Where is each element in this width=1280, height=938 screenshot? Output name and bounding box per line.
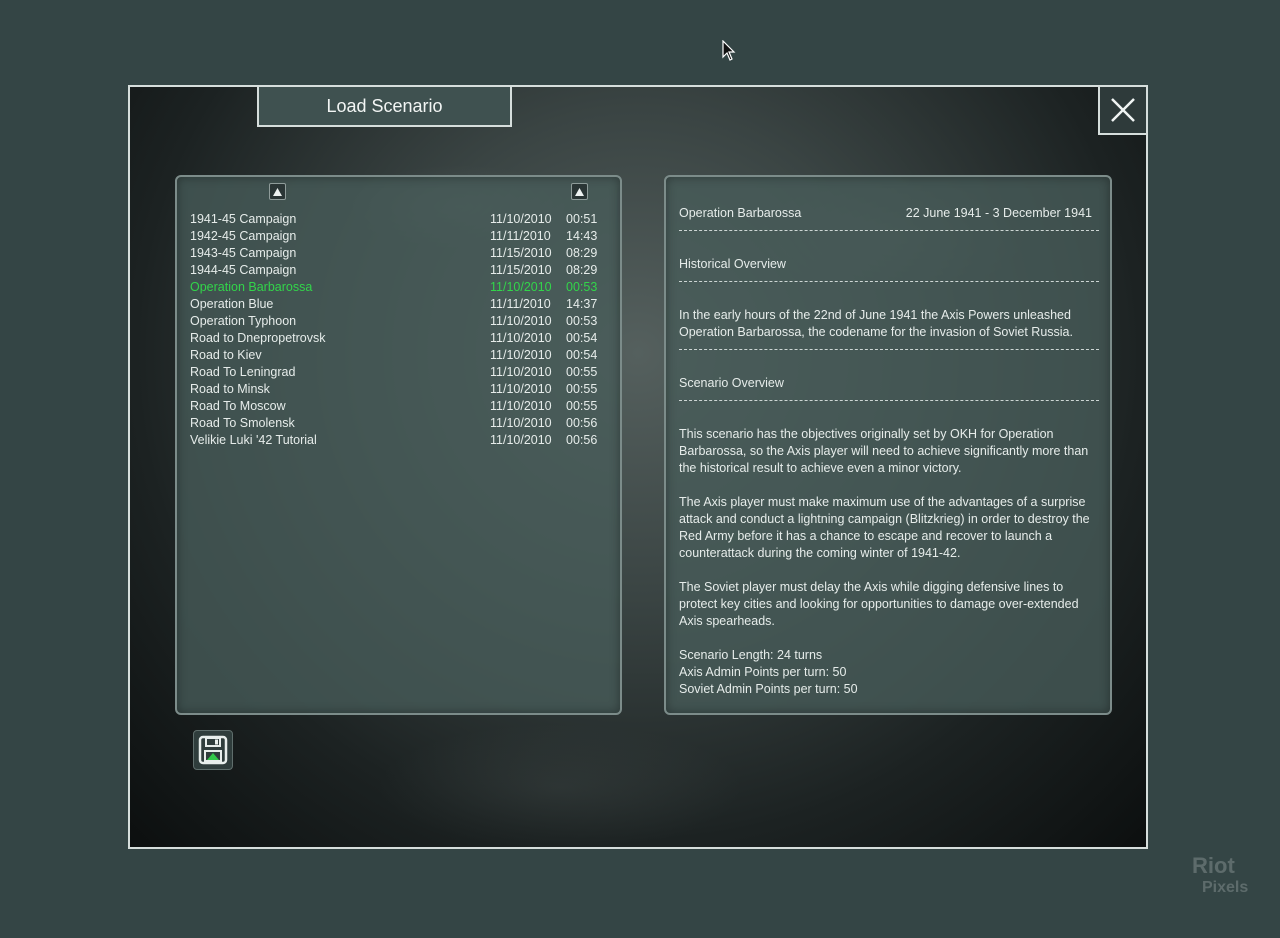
dialog-title: Load Scenario	[257, 87, 512, 127]
scenario-row-name: Road to Kiev	[190, 348, 262, 362]
scenario-row-time: 00:53	[566, 280, 598, 294]
scenario-row-name: Operation Blue	[190, 297, 274, 311]
scenario-paragraph-2: The Axis player must make maximum use of…	[679, 495, 1090, 560]
scenario-row[interactable]: 1941-45 Campaign 11/10/2010 00:51	[190, 211, 610, 228]
scenario-name: Operation Barbarossa	[679, 206, 802, 220]
scenario-row[interactable]: 1944-45 Campaign 11/15/2010 08:29	[190, 262, 610, 279]
scenario-row-time: 00:54	[566, 331, 598, 345]
load-scenario-dialog: Load Scenario 1941-45 Campaign 11/10/2010…	[128, 85, 1148, 849]
scenario-row[interactable]: Operation Barbarossa 11/10/2010 00:53	[190, 279, 610, 296]
scenario-row[interactable]: 1942-45 Campaign 11/11/2010 14:43	[190, 228, 610, 245]
scenario-row[interactable]: Road to Minsk 11/10/2010 00:55	[190, 381, 610, 398]
divider	[679, 281, 1099, 282]
scenario-row[interactable]: 1943-45 Campaign 11/15/2010 08:29	[190, 245, 610, 262]
floppy-disk-icon	[198, 735, 228, 765]
scenario-row-date: 11/10/2010	[490, 399, 552, 413]
scenario-row-time: 14:43	[566, 229, 598, 243]
historical-overview-heading: Historical Overview	[679, 257, 786, 271]
details-header: Operation Barbarossa 22 June 1941 - 3 De…	[679, 205, 1099, 222]
scenario-row-date: 11/10/2010	[490, 280, 552, 294]
scenario-row-time: 14:37	[566, 297, 598, 311]
scenario-paragraph-3: The Soviet player must delay the Axis wh…	[679, 580, 1079, 628]
scenario-row[interactable]: Velikie Luki '42 Tutorial 11/10/2010 00:56	[190, 432, 610, 449]
scenario-list-panel: 1941-45 Campaign 11/10/2010 00:51 1942-45 C…	[175, 175, 622, 715]
scenario-paragraph-1: This scenario has the objectives origina…	[679, 427, 1089, 475]
scenario-row-time: 00:56	[566, 416, 598, 430]
triangle-up-icon	[273, 187, 282, 196]
scenario-row[interactable]: Road To Moscow 11/10/2010 00:55	[190, 398, 610, 415]
divider	[679, 349, 1099, 350]
sort-by-name-button[interactable]	[269, 183, 286, 200]
scenario-row-time: 08:29	[566, 246, 598, 260]
scenario-row-time: 00:55	[566, 382, 598, 396]
scenario-row-date: 11/10/2010	[490, 314, 552, 328]
scenario-row-date: 11/15/2010	[490, 246, 552, 260]
scenario-length: Scenario Length: 24 turns	[679, 648, 823, 662]
scenario-details: Operation Barbarossa 22 June 1941 - 3 De…	[679, 205, 1099, 698]
riot-pixels-watermark: Riot Pixels	[1192, 855, 1252, 899]
triangle-up-icon	[575, 187, 584, 196]
scenario-row-time: 00:54	[566, 348, 598, 362]
watermark-line-1: Riot	[1192, 853, 1235, 878]
scenario-list: 1941-45 Campaign 11/10/2010 00:51 1942-45 C…	[190, 211, 610, 449]
scenario-row-name: Road to Minsk	[190, 382, 270, 396]
scenario-row[interactable]: Operation Typhoon 11/10/2010 00:53	[190, 313, 610, 330]
scenario-row-time: 00:55	[566, 365, 598, 379]
scenario-row-name: Operation Typhoon	[190, 314, 297, 328]
scenario-row-time: 00:53	[566, 314, 598, 328]
close-button[interactable]	[1098, 87, 1146, 135]
scenario-row-name: Road To Moscow	[190, 399, 286, 413]
scenario-row-time: 00:51	[566, 212, 598, 226]
scenario-row-date: 11/10/2010	[490, 348, 552, 362]
divider	[679, 230, 1099, 231]
scenario-date-range: 22 June 1941 - 3 December 1941	[905, 206, 1092, 220]
load-button[interactable]	[193, 730, 233, 770]
scenario-row-name: Road To Smolensk	[190, 416, 295, 430]
scenario-row-name: 1944-45 Campaign	[190, 263, 297, 277]
divider	[679, 400, 1099, 401]
historical-overview-text: In the early hours of the 22nd of June 1…	[679, 308, 1073, 339]
scenario-row-date: 11/11/2010	[490, 229, 551, 243]
scenario-row[interactable]: Road To Leningrad 11/10/2010 00:55	[190, 364, 610, 381]
scenario-row-name: 1942-45 Campaign	[190, 229, 297, 243]
scenario-row-date: 11/10/2010	[490, 416, 552, 430]
scenario-row[interactable]: Road To Smolensk 11/10/2010 00:56	[190, 415, 610, 432]
scenario-row-name: Road To Leningrad	[190, 365, 296, 379]
scenario-row-name: Velikie Luki '42 Tutorial	[190, 433, 317, 447]
scenario-row-time: 08:29	[566, 263, 598, 277]
sort-by-date-button[interactable]	[571, 183, 588, 200]
mouse-cursor-icon	[722, 40, 736, 61]
scenario-row-date: 11/10/2010	[490, 365, 552, 379]
scenario-row-date: 11/10/2010	[490, 212, 552, 226]
scenario-row-name: 1943-45 Campaign	[190, 246, 297, 260]
watermark-line-2: Pixels	[1202, 879, 1249, 896]
scenario-details-panel: Operation Barbarossa 22 June 1941 - 3 De…	[664, 175, 1112, 715]
scenario-row-date: 11/10/2010	[490, 433, 552, 447]
scenario-row[interactable]: Road to Dnepropetrovsk 11/10/2010 00:54	[190, 330, 610, 347]
axis-admin-points: Axis Admin Points per turn: 50	[679, 665, 847, 679]
scenario-row-time: 00:56	[566, 433, 598, 447]
scenario-row[interactable]: Road to Kiev 11/10/2010 00:54	[190, 347, 610, 364]
scenario-row-name: Operation Barbarossa	[190, 280, 313, 294]
scenario-row-date: 11/10/2010	[490, 382, 552, 396]
scenario-row-date: 11/11/2010	[490, 297, 551, 311]
scenario-row[interactable]: Operation Blue 11/11/2010 14:37	[190, 296, 610, 313]
scenario-row-name: 1941-45 Campaign	[190, 212, 297, 226]
soviet-admin-points: Soviet Admin Points per turn: 50	[679, 682, 858, 696]
scenario-row-date: 11/15/2010	[490, 263, 552, 277]
close-icon	[1111, 98, 1135, 122]
scenario-overview-heading: Scenario Overview	[679, 376, 784, 390]
scenario-row-name: Road to Dnepropetrovsk	[190, 331, 326, 345]
scenario-row-time: 00:55	[566, 399, 598, 413]
scenario-row-date: 11/10/2010	[490, 331, 552, 345]
